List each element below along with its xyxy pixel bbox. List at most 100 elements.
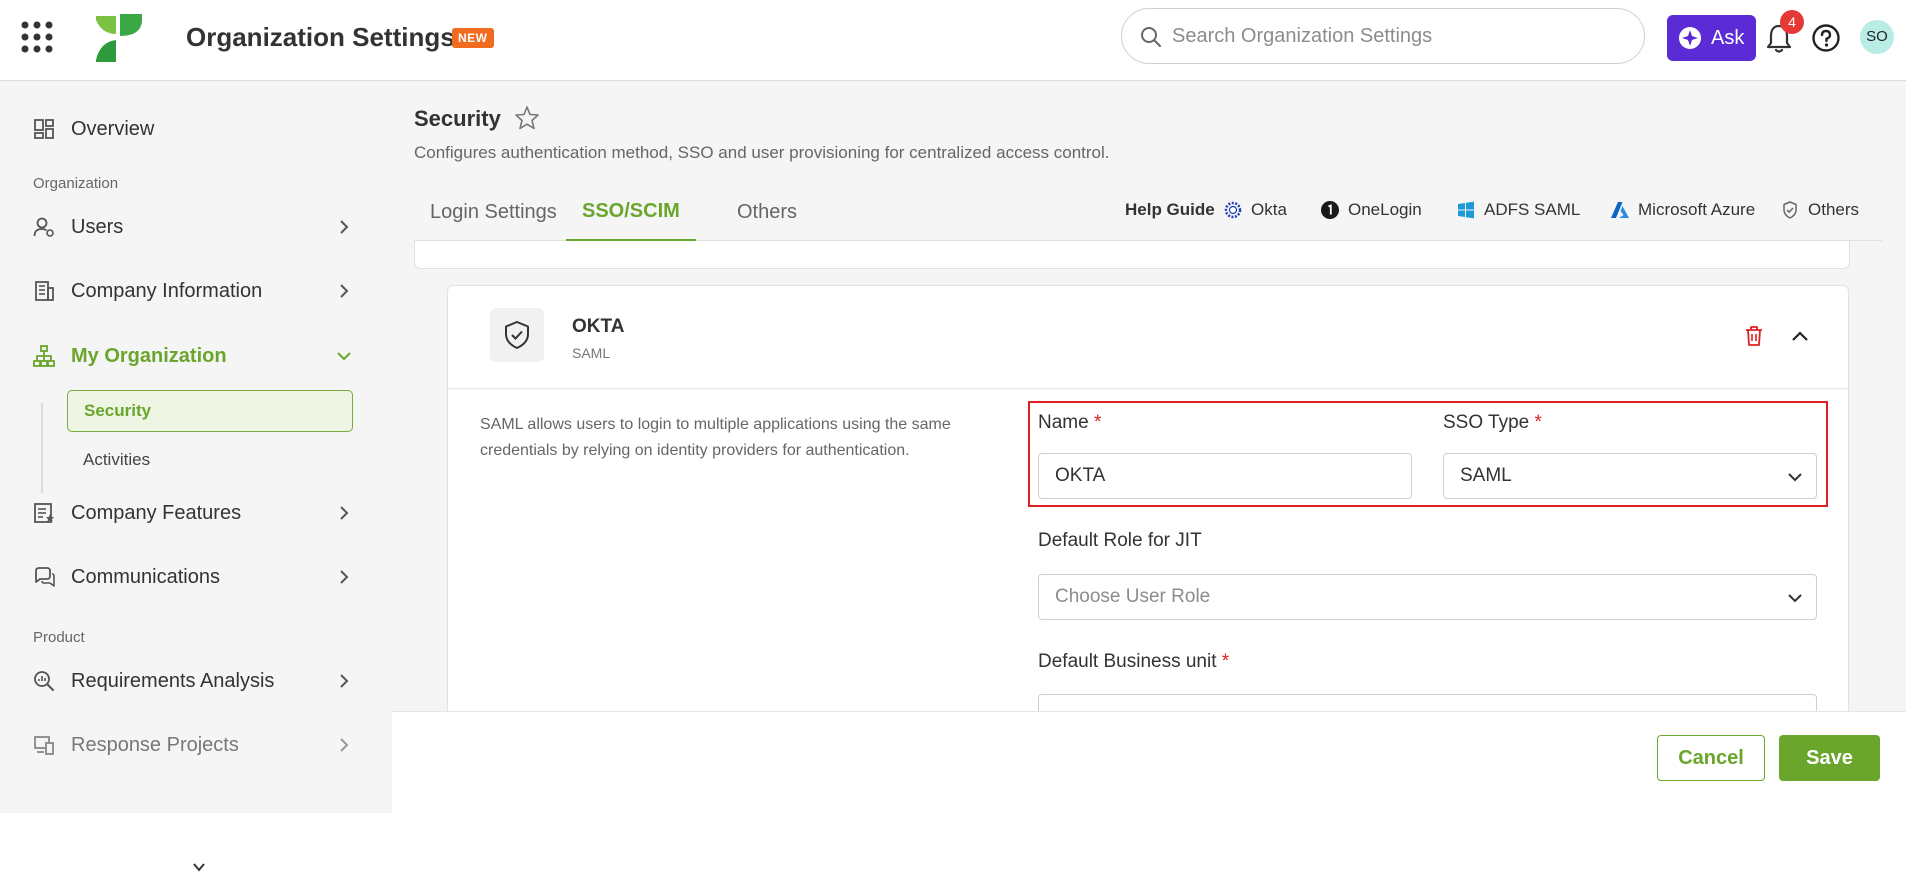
building-icon — [35, 281, 54, 301]
chevron-right-icon — [340, 674, 349, 688]
sidebar-item-label: Response Projects — [71, 733, 239, 756]
tab-bar: Login Settings SSO/SCIM Others Help Guid… — [414, 183, 1882, 241]
provider-name: OKTA — [572, 316, 625, 337]
default-role-label: Default Role for JIT — [1038, 530, 1202, 551]
user-avatar[interactable]: SO — [1860, 20, 1894, 54]
section-header-organization: Organization — [33, 175, 119, 192]
tab-sso-scim[interactable]: SSO/SCIM — [566, 183, 696, 241]
sidebar-item-communications[interactable]: Communications — [0, 551, 392, 603]
chat-bubbles-icon — [35, 567, 55, 587]
help-link-okta[interactable]: Okta — [1223, 200, 1287, 220]
sidebar-item-my-organization[interactable]: My Organization — [0, 330, 392, 382]
previous-provider-card — [414, 241, 1850, 269]
sso-type-field-label: SSO Type * — [1443, 412, 1542, 433]
help-guide-label: Help Guide — [1125, 200, 1215, 219]
provider-card-header[interactable]: OKTA SAML — [448, 286, 1848, 389]
search-icon — [1141, 27, 1161, 47]
help-link-microsoft-azure[interactable]: Microsoft Azure — [1610, 200, 1755, 220]
name-field-label: Name * — [1038, 412, 1102, 433]
help-link-label: OneLogin — [1348, 200, 1422, 219]
name-input[interactable] — [1038, 453, 1412, 499]
org-chart-icon — [33, 345, 55, 367]
help-icon[interactable] — [1811, 23, 1841, 53]
sidebar-item-label: Company Information — [71, 279, 263, 302]
sidebar-item-response-projects[interactable]: Response Projects — [0, 719, 392, 771]
help-link-label: Okta — [1251, 200, 1287, 219]
top-bar: Organization Settings NEW Ask 4 SO — [0, 0, 1906, 81]
trash-icon[interactable] — [1742, 324, 1766, 348]
app-launcher-icon[interactable] — [20, 20, 54, 54]
windows-logo-icon — [1458, 201, 1474, 219]
sidebar-item-overview[interactable]: Overview — [0, 103, 392, 155]
page-title: Security — [414, 106, 501, 131]
ask-button[interactable]: Ask — [1667, 15, 1756, 61]
main-content: Security Configures authentication metho… — [392, 81, 1906, 813]
sidebar-item-requirements-analysis[interactable]: Requirements Analysis — [0, 655, 392, 707]
sidebar-item-label: Overview — [71, 117, 155, 140]
section-header-product: Product — [33, 629, 85, 646]
chevron-up-icon[interactable] — [1788, 324, 1812, 348]
devices-icon — [34, 736, 54, 755]
sidebar-item-company-features[interactable]: Company Features — [0, 487, 392, 539]
submenu-divider — [41, 403, 43, 493]
sidebar-item-label: My Organization — [71, 344, 227, 367]
search-bar[interactable] — [1121, 8, 1645, 64]
sidebar-subitem-security[interactable]: Security — [67, 390, 353, 432]
features-list-icon — [34, 503, 54, 523]
provider-description: SAML allows users to login to multiple a… — [480, 416, 951, 459]
help-link-adfs-saml[interactable]: ADFS SAML — [1456, 200, 1580, 220]
sso-type-select[interactable]: SAML — [1443, 453, 1817, 499]
tab-others[interactable]: Others — [721, 183, 813, 241]
okta-logo-icon — [1224, 201, 1242, 219]
sidebar-item-label: Communications — [71, 565, 220, 588]
onelogin-logo-icon — [1321, 201, 1339, 219]
chevron-right-icon — [340, 738, 349, 752]
chevron-right-icon — [340, 284, 349, 298]
dashboard-icon — [34, 119, 54, 139]
chevron-down-icon — [1788, 473, 1802, 482]
sidebar-item-users[interactable]: Users — [0, 201, 392, 253]
sidebar-item-label: Requirements Analysis — [71, 669, 275, 692]
users-settings-icon — [33, 217, 54, 237]
azure-logo-icon — [1611, 202, 1629, 218]
chevron-right-icon — [340, 220, 349, 234]
chevron-down-icon — [1788, 594, 1802, 603]
ai-sparkle-icon — [1679, 27, 1701, 49]
notification-count-badge: 4 — [1780, 10, 1804, 34]
sso-type-value: SAML — [1460, 465, 1512, 486]
chevron-down-icon — [337, 352, 351, 361]
sidebar-item-label: Company Features — [71, 501, 242, 524]
provider-type: SAML — [572, 345, 611, 361]
default-role-select[interactable]: Choose User Role — [1038, 574, 1817, 620]
tab-login-settings[interactable]: Login Settings — [414, 183, 573, 241]
sidebar-item-label: Users — [71, 215, 124, 238]
default-role-placeholder: Choose User Role — [1055, 586, 1211, 607]
sidebar-expand-button[interactable] — [175, 851, 223, 883]
help-link-label: ADFS SAML — [1484, 200, 1581, 219]
sidebar-subitem-activities[interactable]: Activities — [67, 439, 353, 481]
ask-label: Ask — [1711, 26, 1745, 49]
app-title: Organization Settings — [186, 22, 455, 52]
shield-check-icon — [1783, 201, 1797, 219]
help-link-onelogin[interactable]: OneLogin — [1320, 200, 1422, 220]
help-link-others[interactable]: Others — [1780, 200, 1859, 220]
default-business-unit-label: Default Business unit * — [1038, 651, 1230, 672]
cancel-button[interactable]: Cancel — [1657, 735, 1765, 781]
save-button[interactable]: Save — [1779, 735, 1880, 781]
favorite-star-icon[interactable] — [514, 105, 540, 131]
help-link-label: Microsoft Azure — [1638, 200, 1756, 219]
page-description: Configures authentication method, SSO an… — [414, 143, 1110, 162]
provider-badge — [490, 308, 544, 362]
search-input[interactable] — [1172, 21, 1622, 51]
company-logo[interactable] — [92, 12, 144, 64]
sidebar: Overview Organization Users Company Info… — [0, 81, 392, 883]
help-link-label: Others — [1808, 200, 1860, 219]
new-badge: NEW — [452, 28, 494, 48]
shield-check-icon — [505, 321, 529, 349]
chevron-right-icon — [340, 570, 349, 584]
action-footer: Cancel Save — [392, 711, 1906, 813]
chevron-right-icon — [340, 506, 349, 520]
magnify-analysis-icon — [34, 671, 54, 691]
sidebar-item-company-information[interactable]: Company Information — [0, 265, 392, 317]
chevron-down-icon — [193, 863, 205, 872]
